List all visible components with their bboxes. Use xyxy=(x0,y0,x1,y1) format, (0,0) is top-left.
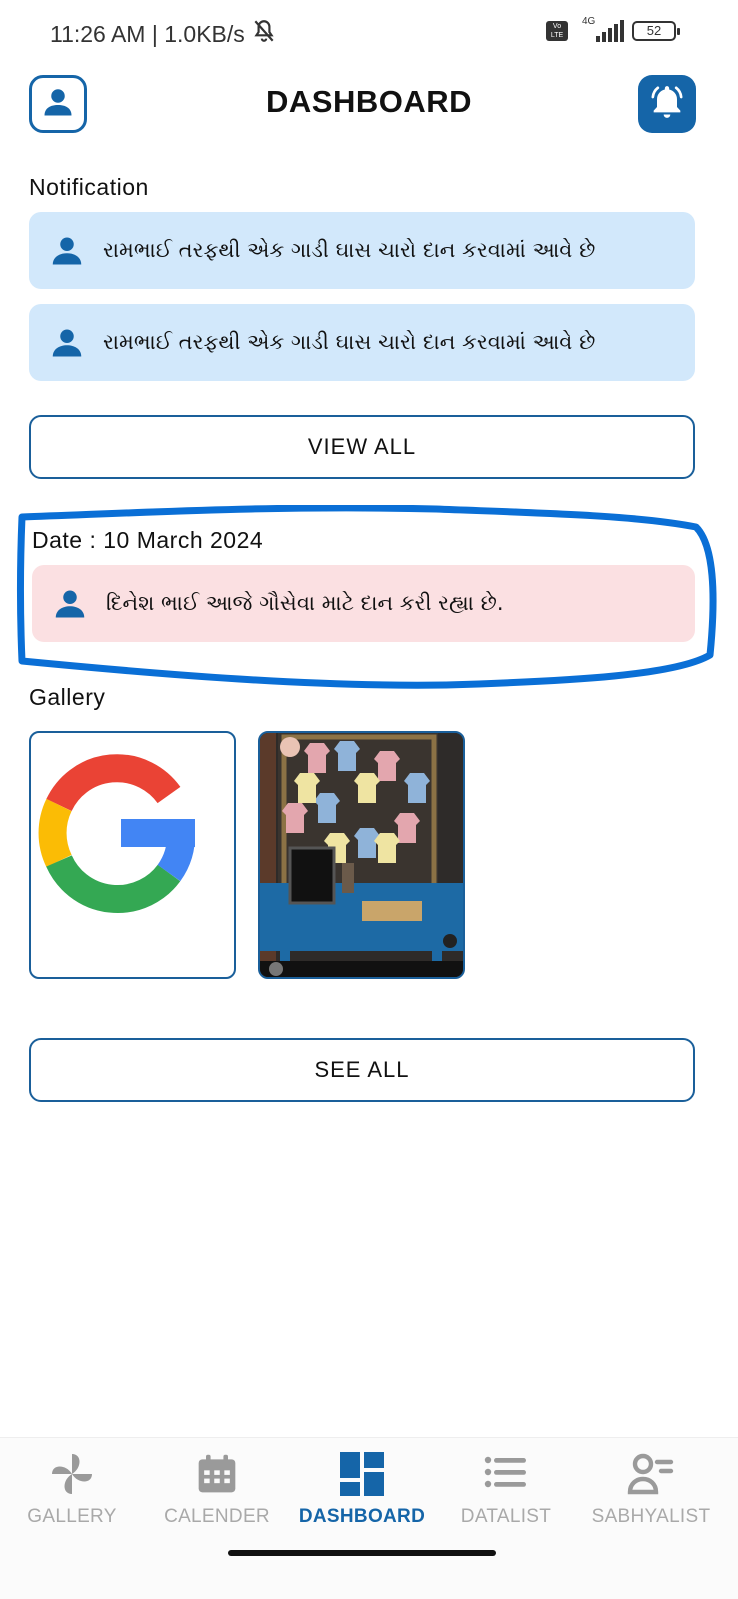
nav-sabhyalist-label: SABHYALIST xyxy=(591,1506,711,1527)
status-icons: Vo LTE 4G 52 xyxy=(546,16,680,42)
notification-text: રામભાઈ તરફથી એક ગાડી ઘાસ ચારો દાન કરવામા… xyxy=(103,238,596,262)
pinwheel-icon xyxy=(0,1450,146,1498)
notification-section-title: Notification xyxy=(29,174,149,200)
photo-image xyxy=(260,733,463,977)
mute-icon xyxy=(251,18,277,50)
nav-datalist-label: DATALIST xyxy=(460,1506,552,1527)
nav-calender-label: CALENDER xyxy=(164,1506,270,1527)
notification-text: રામભાઈ તરફથી એક ગાડી ઘાસ ચારો દાન કરવામા… xyxy=(103,330,596,354)
bell-icon xyxy=(647,82,687,126)
view-all-button[interactable]: VIEW ALL xyxy=(29,415,695,479)
notification-item[interactable]: રામભાઈ તરફથી એક ગાડી ઘાસ ચારો દાન કરવામા… xyxy=(29,212,695,289)
signal-icon: 4G xyxy=(576,16,624,42)
google-logo-icon xyxy=(38,754,196,913)
nav-dashboard[interactable]: DASHBOARD xyxy=(288,1450,436,1528)
nav-calender[interactable]: CALENDER xyxy=(143,1450,291,1528)
see-all-button[interactable]: SEE ALL xyxy=(29,1038,695,1102)
nav-gallery-label: GALLERY xyxy=(27,1506,117,1527)
date-notification-text: દિનેશ ભાઈ આજે ગૌસેવા માટે દાન કરી રહ્યા … xyxy=(106,591,504,615)
date-label: Date : 10 March 2024 xyxy=(32,527,264,553)
notifications-button[interactable] xyxy=(638,75,696,133)
status-time-speed-group: 11:26 AM | 1.0KB/s xyxy=(50,18,277,50)
bottom-navigation: GALLERY CALENDER DASHBOARD DATALIST SABH… xyxy=(0,1437,738,1599)
calendar-icon xyxy=(143,1450,291,1498)
person-list-icon xyxy=(577,1450,725,1498)
nav-datalist[interactable]: DATALIST xyxy=(432,1450,580,1528)
gallery-image-photo[interactable] xyxy=(258,731,465,979)
person-icon xyxy=(52,586,88,622)
nav-sabhyalist[interactable]: SABHYALIST xyxy=(577,1450,725,1528)
dashboard-icon xyxy=(288,1450,436,1498)
notification-item[interactable]: રામભાઈ તરફથી એક ગાડી ઘાસ ચારો દાન કરવામા… xyxy=(29,304,695,381)
app-header: DASHBOARD xyxy=(0,70,738,136)
person-icon xyxy=(49,325,85,361)
date-notification-item[interactable]: દિનેશ ભાઈ આજે ગૌસેવા માટે દાન કરી રહ્યા … xyxy=(32,565,695,642)
nav-gallery[interactable]: GALLERY xyxy=(0,1450,146,1528)
gallery-section-title: Gallery xyxy=(29,684,106,710)
home-indicator[interactable] xyxy=(228,1550,496,1556)
page-title: DASHBOARD xyxy=(266,84,472,119)
battery-icon: 52 xyxy=(632,21,680,41)
status-time-speed: 11:26 AM | 1.0KB/s xyxy=(50,20,245,47)
gallery-image-google[interactable] xyxy=(29,731,236,979)
nav-dashboard-label: DASHBOARD xyxy=(298,1506,426,1527)
person-icon xyxy=(49,233,85,269)
network-type: 4G xyxy=(582,16,596,27)
list-icon xyxy=(432,1450,580,1498)
status-bar: 11:26 AM | 1.0KB/s Vo LTE 4G 52 xyxy=(0,0,738,66)
volte-icon: Vo LTE xyxy=(546,21,568,41)
